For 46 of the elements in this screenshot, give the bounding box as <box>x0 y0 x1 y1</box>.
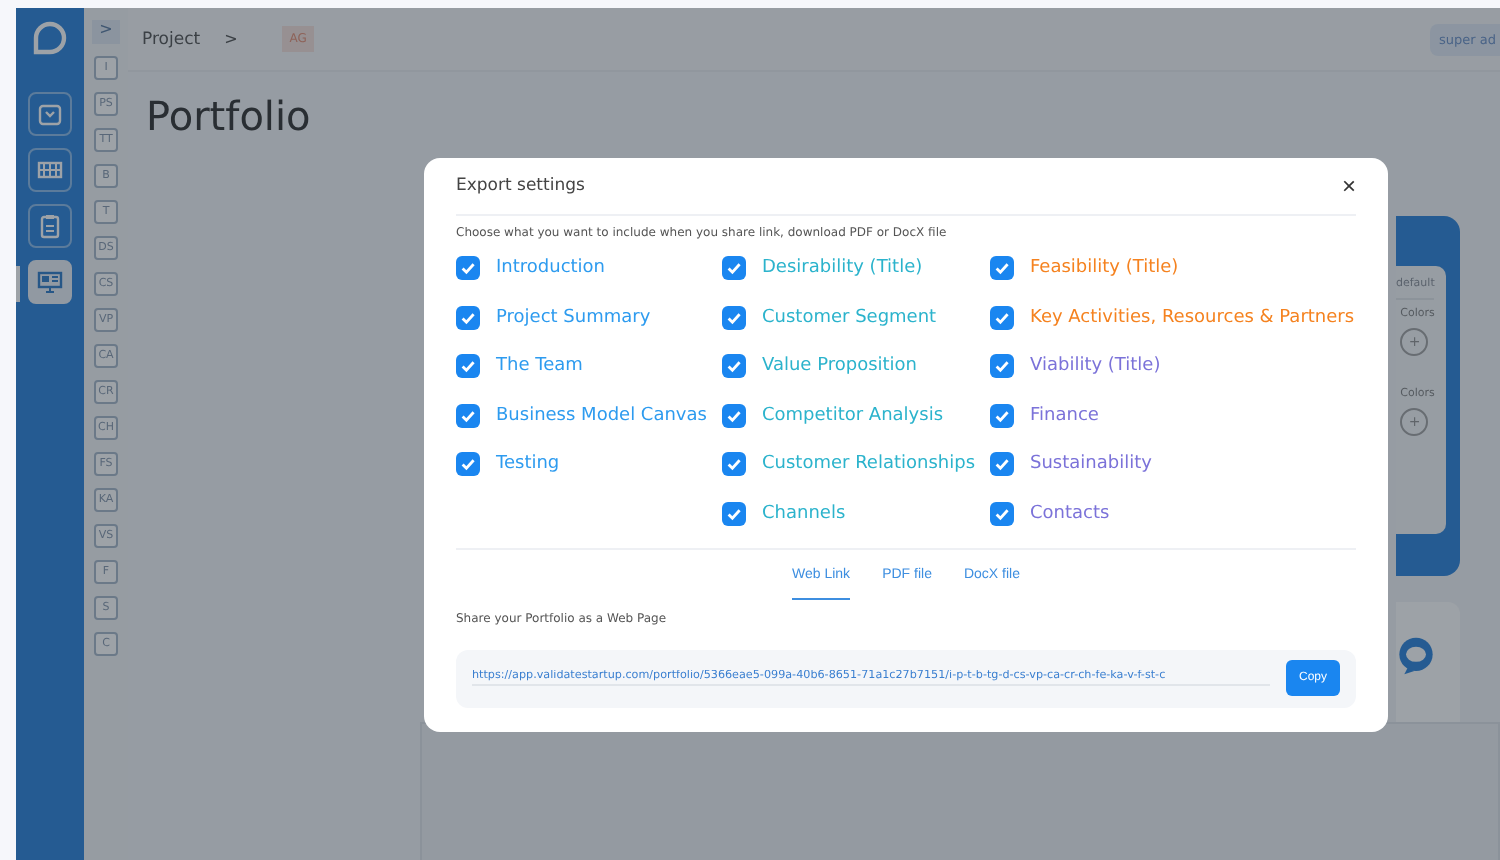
checkbox[interactable] <box>456 403 480 428</box>
modal-title: Export settings <box>456 176 585 196</box>
checkbox[interactable] <box>722 305 746 330</box>
logo-icon[interactable] <box>32 20 68 56</box>
checkbox[interactable] <box>722 256 746 280</box>
section-label[interactable]: Project Summary <box>496 307 651 328</box>
checkbox[interactable] <box>456 354 480 379</box>
chat-bubble-icon[interactable] <box>1396 632 1436 680</box>
breadcrumb-separator: > <box>224 30 238 48</box>
section-label[interactable]: Introduction <box>496 258 606 278</box>
section-label[interactable]: Testing <box>496 454 560 475</box>
checkbox[interactable] <box>722 452 746 477</box>
page-title: Portfolio <box>146 92 313 140</box>
section-label[interactable]: Contacts <box>1030 503 1110 524</box>
checkbox[interactable] <box>456 305 480 330</box>
section-label[interactable]: Finance <box>1030 405 1099 426</box>
checkbox[interactable] <box>990 256 1014 280</box>
download-box-icon <box>36 100 64 128</box>
close-button[interactable]: × <box>1341 172 1356 200</box>
section-label[interactable]: Business Model Canvas <box>496 405 707 426</box>
breadcrumb-link[interactable]: Project <box>142 29 201 49</box>
section-label[interactable]: Channels <box>762 503 846 524</box>
checkbox[interactable] <box>722 354 746 379</box>
grid-board-icon <box>36 156 64 184</box>
clipboard-icon <box>36 212 64 240</box>
checkbox[interactable] <box>722 501 746 526</box>
expand-toggle[interactable]: > <box>92 20 120 44</box>
section-label[interactable]: Customer Relationships <box>762 454 976 475</box>
section-label[interactable]: Sustainability <box>1030 454 1152 475</box>
section-label[interactable]: Viability (Title) <box>1030 356 1161 377</box>
section-label[interactable]: Value Proposition <box>762 356 918 377</box>
checkbox[interactable] <box>990 501 1014 526</box>
checkbox[interactable] <box>722 403 746 428</box>
section-label[interactable]: Customer Segment <box>762 307 937 328</box>
checkbox[interactable] <box>456 452 480 477</box>
section-label[interactable]: Desirability (Title) <box>762 258 923 278</box>
checkbox[interactable] <box>990 305 1014 330</box>
checkbox[interactable] <box>990 354 1014 379</box>
checkbox[interactable] <box>456 256 480 280</box>
presentation-icon <box>36 268 64 296</box>
checkbox[interactable] <box>990 452 1014 477</box>
section-label[interactable]: Key Activities, Resources & Partners <box>1030 307 1355 328</box>
section-label[interactable]: Competitor Analysis <box>762 405 944 426</box>
checkbox[interactable] <box>990 403 1014 428</box>
section-label[interactable]: Feasibility (Title) <box>1030 258 1179 278</box>
section-label[interactable]: The Team <box>496 356 583 377</box>
